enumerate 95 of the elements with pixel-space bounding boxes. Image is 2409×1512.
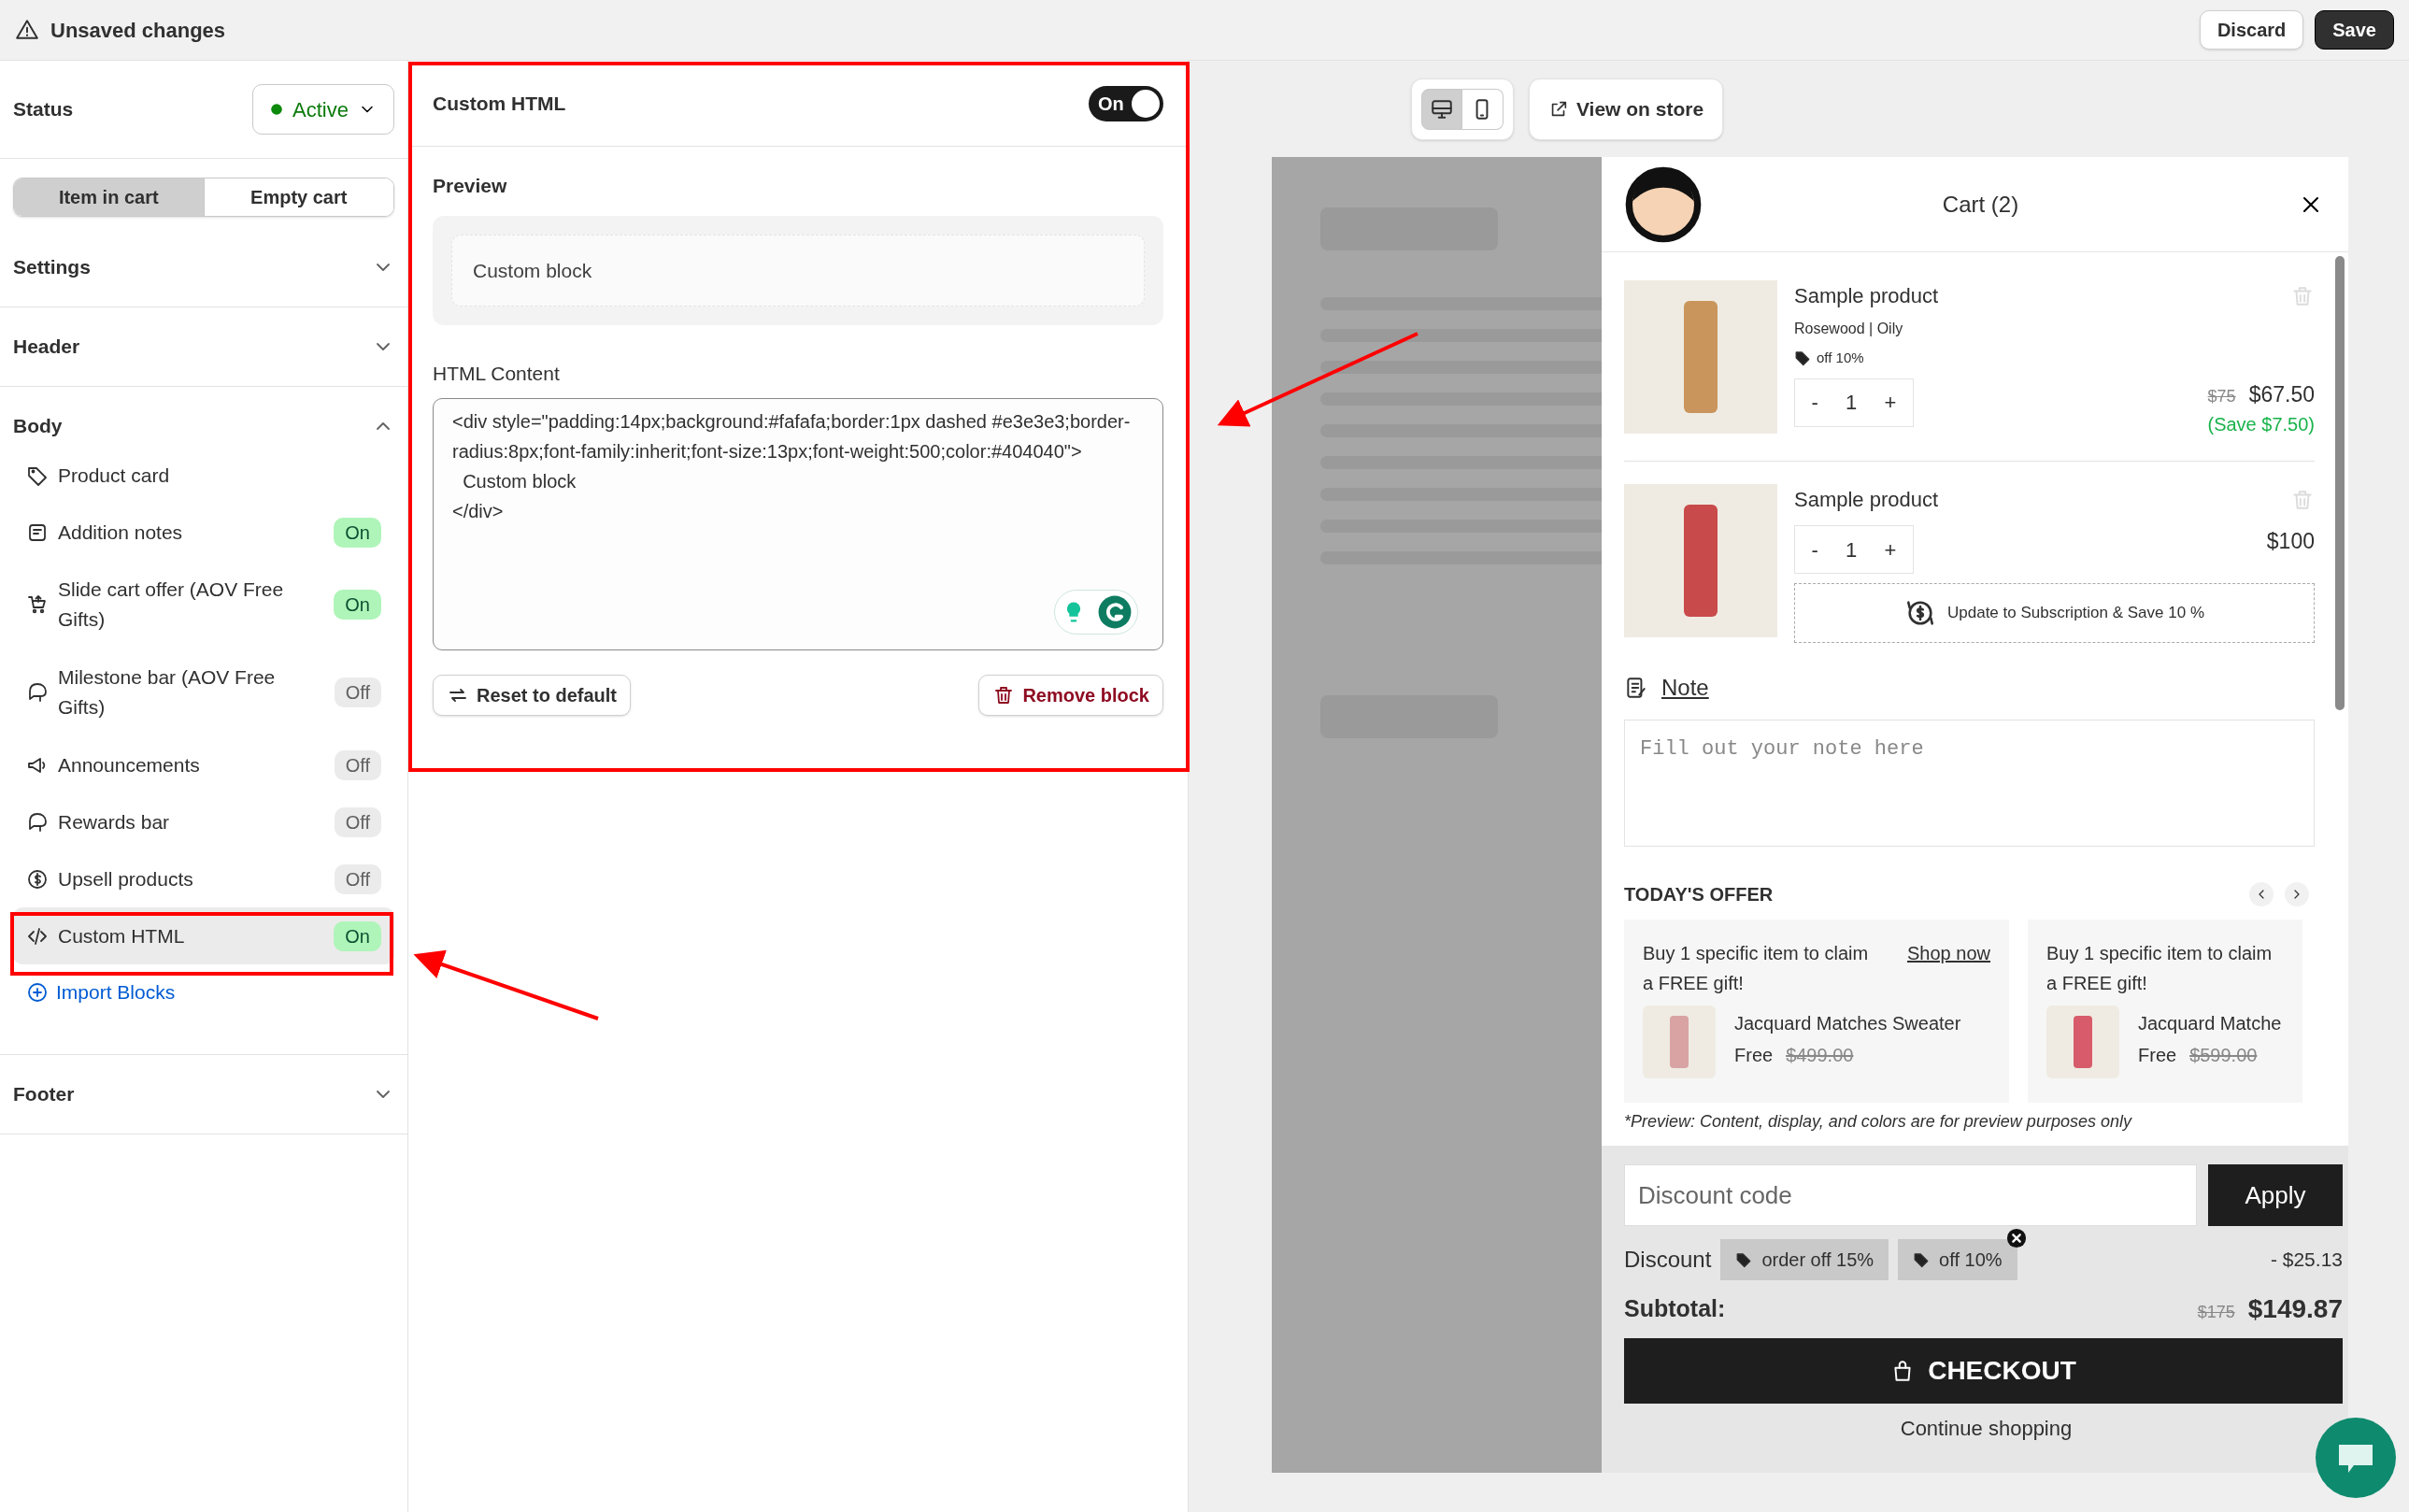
section-header[interactable]: Footer	[13, 1055, 394, 1134]
status-badge: On	[334, 920, 381, 951]
gift-name: Jacquard Matche	[2138, 1012, 2282, 1035]
html-content-label: HTML Content	[433, 362, 561, 386]
tag-icon	[1794, 349, 1811, 367]
custom-block-preview: Custom block	[451, 234, 1145, 307]
discount-tag: off 10%	[1817, 348, 1864, 369]
subtotal-original: $175	[2197, 1302, 2235, 1323]
checkout-button[interactable]: CHECKOUT	[1624, 1338, 2343, 1404]
panel-title: Custom HTML	[433, 91, 566, 116]
product-name: Sample product	[1794, 283, 1939, 309]
view-mode-button[interactable]	[1420, 88, 1462, 130]
status-dot-icon	[270, 103, 284, 116]
block-item[interactable]: Custom HTML On	[13, 907, 394, 964]
subscription-button[interactable]: Update to Subscription & Save 10 %	[1794, 583, 2315, 643]
savings-text: (Save $7.50)	[2207, 413, 2315, 436]
view-mode-button[interactable]	[1461, 88, 1504, 130]
preview-disclaimer: *Preview: Content, display, and colors are for preview purposes only	[1624, 1111, 2131, 1133]
increase-button[interactable]: +	[1878, 387, 1903, 418]
product-variant: Rosewood | Oily	[1794, 320, 1904, 338]
price: $67.50	[2248, 380, 2315, 408]
offer-text: Buy 1 specific item to claim a FREE gift!	[2046, 942, 2274, 995]
subtotal-total: $149.87	[2247, 1293, 2343, 1325]
shop-now-link[interactable]: Shop now	[1907, 938, 1990, 998]
block-item[interactable]: Product card	[13, 447, 394, 504]
cart-state-tab[interactable]: Item in cart	[14, 178, 204, 216]
decrease-button[interactable]: -	[1805, 387, 1824, 418]
status-badge: Off	[334, 806, 381, 837]
block-item[interactable]: Slide cart offer (AOV Free Gifts) On	[13, 561, 394, 649]
discount-label: Discount	[1624, 1246, 1712, 1274]
reset-button[interactable]: Reset to default	[433, 674, 632, 716]
unsaved-changes-title: Unsaved changes	[50, 17, 227, 44]
next-button[interactable]	[2285, 882, 2309, 906]
status-badge: Off	[334, 749, 381, 780]
trash-icon	[2290, 284, 2315, 308]
section-header[interactable]: Header	[13, 307, 394, 386]
status-badge: On	[334, 517, 381, 548]
view-on-store-button[interactable]: View on store	[1528, 78, 1724, 140]
remove-block-button[interactable]: Remove block	[978, 674, 1163, 716]
block-item[interactable]: Upsell products Off	[13, 850, 394, 907]
discount-chip: order off 15%	[1720, 1239, 1889, 1280]
status-dropdown[interactable]: Active	[252, 84, 394, 135]
price: $100	[2266, 528, 2315, 555]
gift-name: Jacquard Matches Sweater	[1734, 1012, 1961, 1035]
discount-amount: - $25.13	[2269, 1248, 2343, 1273]
status-badge: Off	[334, 678, 381, 707]
gift-price: Free	[2138, 1044, 2177, 1067]
increase-button[interactable]: +	[1878, 534, 1903, 565]
status-badge: On	[334, 590, 381, 620]
grammar-widget[interactable]	[1054, 589, 1138, 635]
block-item[interactable]: Rewards bar Off	[13, 793, 394, 850]
warning-icon	[15, 18, 39, 42]
apply-button[interactable]: Apply	[2208, 1164, 2343, 1226]
block-item[interactable]: Announcements Off	[13, 736, 394, 793]
gift-original-price: $499.00	[1786, 1044, 1854, 1067]
scrollbar[interactable]	[2335, 256, 2345, 710]
dollar-icon	[26, 867, 49, 891]
html-content-field[interactable]: <div style="padding:14px;background:#fafafa;border:1px dashed #e3e3e3;border-radius:8px;font-family:inherit;font-size:13px;font-weight:500;color:#404040"> Custom block </div>	[433, 397, 1163, 650]
subtotal-label: Subtotal:	[1624, 1294, 1726, 1324]
note-field[interactable]: Fill out your note here	[1624, 720, 2315, 847]
block-item[interactable]: Addition notes On	[13, 504, 394, 561]
previous-button[interactable]	[2249, 882, 2274, 906]
offer-text: Buy 1 specific item to claim a FREE gift!	[1643, 942, 1870, 995]
tag-icon	[1913, 1251, 1931, 1268]
cart-title: Cart (2)	[1941, 190, 2020, 219]
preview-label: Preview	[433, 174, 508, 198]
discount-code-field[interactable]: Discount code	[1624, 1164, 2197, 1226]
import-blocks-link[interactable]: Import Blocks	[13, 964, 394, 1020]
offer-title: TODAY'S OFFER	[1624, 883, 1774, 906]
original-price: $75	[2207, 385, 2236, 407]
discard-button[interactable]: Discard	[2199, 10, 2304, 50]
quantity-stepper[interactable]: - 1 +	[1794, 378, 1914, 427]
quantity-value: 1	[1846, 536, 1858, 563]
note-link[interactable]: Note	[1624, 671, 2315, 705]
section-header[interactable]: Settings	[13, 228, 394, 307]
gift-price: Free	[1734, 1044, 1774, 1067]
section-header[interactable]: Body	[13, 406, 394, 447]
cart-state-tab[interactable]: Empty cart	[203, 178, 393, 216]
on-off-toggle[interactable]: On	[1089, 85, 1163, 121]
status-label: Status	[13, 97, 74, 122]
remove-icon	[2005, 1228, 2027, 1248]
tag-icon	[1735, 1251, 1753, 1268]
block-item[interactable]: Milestone bar (AOV Free Gifts) Off	[13, 649, 394, 736]
quantity-value: 1	[1846, 390, 1858, 416]
g-logo-icon	[1096, 593, 1133, 630]
continue-shopping-link[interactable]: Continue shopping	[1900, 1413, 2073, 1444]
trash-icon	[2290, 488, 2315, 512]
quantity-stepper[interactable]: - 1 +	[1794, 525, 1914, 574]
save-button[interactable]: Save	[2315, 10, 2394, 50]
decrease-button[interactable]: -	[1805, 534, 1824, 565]
cart-icon	[26, 593, 49, 616]
status-badge: Off	[334, 863, 381, 894]
product-name: Sample product	[1794, 487, 1939, 513]
plus-circle-icon	[26, 981, 49, 1004]
gift-original-price: $599.00	[2189, 1044, 2258, 1067]
